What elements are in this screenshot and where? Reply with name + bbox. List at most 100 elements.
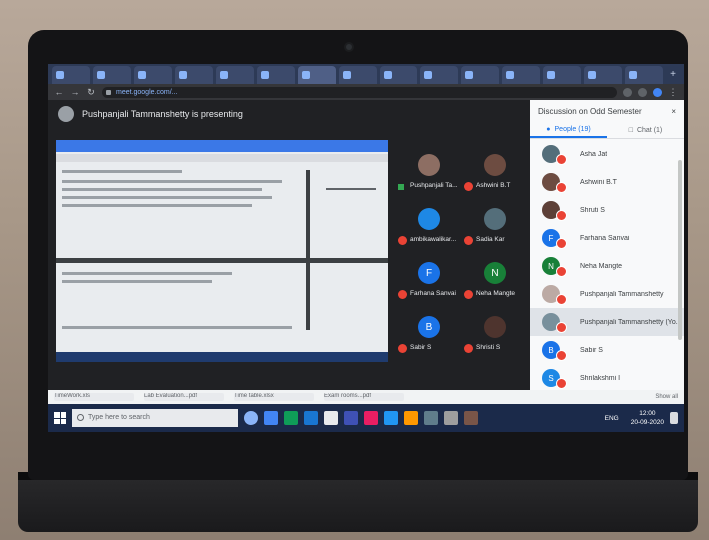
participant-avatar (484, 208, 506, 230)
shared-sheet-row (62, 326, 292, 329)
mic-off-icon (464, 236, 473, 245)
notification-icon[interactable] (670, 412, 678, 424)
participant-avatar (418, 208, 440, 230)
tab-favicon-icon (56, 71, 64, 79)
browser-tab[interactable] (52, 66, 90, 84)
profile-avatar-icon[interactable] (653, 87, 662, 97)
app-icon[interactable] (324, 411, 338, 425)
show-all-button[interactable]: Show all (655, 394, 678, 400)
participant-avatar: N (484, 262, 506, 284)
people-scrollbar[interactable] (678, 160, 682, 340)
list-item[interactable]: N Neha Mangte (530, 252, 684, 280)
windows-start-icon[interactable] (54, 412, 66, 424)
tab-favicon-icon (96, 71, 105, 79)
new-tab-button[interactable]: + (666, 66, 680, 84)
download-item[interactable]: Time table.xlsx (234, 393, 314, 401)
extension-icon[interactable] (638, 87, 647, 97)
laptop-base (18, 472, 698, 532)
shared-sheet-row (62, 280, 212, 283)
panel-header: Discussion on Odd Semester × (530, 100, 684, 122)
download-item[interactable]: TimeWork.xls (54, 393, 134, 401)
tab-favicon-icon (383, 71, 392, 79)
list-item[interactable]: B Sabir S (530, 336, 684, 364)
browser-tab[interactable] (502, 66, 541, 84)
extension-icon[interactable] (623, 87, 632, 97)
mic-off-icon (464, 290, 473, 299)
shared-sheet-toolbar (56, 154, 388, 162)
tab-favicon-icon (506, 71, 515, 79)
app-icon[interactable] (444, 411, 458, 425)
browser-tab[interactable] (338, 66, 377, 84)
app-icon[interactable] (304, 411, 318, 425)
list-item[interactable]: F Farhana Sanvai (530, 224, 684, 252)
forward-icon[interactable]: → (70, 87, 80, 97)
shared-sheet-row (62, 180, 282, 183)
lock-icon (106, 89, 111, 95)
participant-tile[interactable]: Sadia Kar (464, 202, 524, 250)
tab-chat[interactable]: □ Chat (1) (607, 122, 684, 138)
app-icon[interactable] (284, 411, 298, 425)
list-item[interactable]: Asha Jat (530, 140, 684, 168)
app-icon[interactable] (344, 411, 358, 425)
person-name: Shrilakshmi I (580, 374, 621, 382)
list-item[interactable]: Shruti S (530, 196, 684, 224)
browser-tab[interactable] (256, 66, 295, 84)
close-icon[interactable]: × (671, 107, 676, 116)
participant-tile[interactable]: Pushpanjali Ta... (398, 148, 458, 196)
url-text: meet.google.com/... (116, 88, 178, 96)
mic-off-icon (398, 344, 407, 353)
language-indicator[interactable]: ENG (605, 415, 619, 422)
clock-date: 20-09-2020 (630, 419, 664, 426)
browser-tab[interactable] (92, 66, 131, 84)
participant-tile[interactable]: B Sabir S (398, 310, 458, 358)
participant-avatar (418, 154, 440, 176)
back-icon[interactable]: ← (54, 87, 64, 97)
tab-people[interactable]: ● People (19) (530, 122, 607, 138)
windows-taskbar: Type here to search ENG 12:00 20-09-2020 (48, 404, 684, 432)
browser-tab[interactable] (297, 66, 336, 84)
person-name: Farhana Sanvai (580, 234, 630, 242)
person-name: Pushpanjali Tammanshetty (Yo... (580, 318, 682, 326)
app-icon[interactable] (264, 411, 278, 425)
cortana-icon[interactable] (244, 411, 258, 425)
participant-tile[interactable]: ambikawalikar... (398, 202, 458, 250)
browser-tab[interactable] (461, 66, 500, 84)
reload-icon[interactable]: ↻ (86, 87, 96, 98)
shared-sheet-row (62, 196, 272, 199)
browser-tab[interactable] (379, 66, 418, 84)
url-input[interactable]: meet.google.com/... (102, 86, 617, 98)
downloads-bar: TimeWork.xls Lab Evaluation...pdf Time tab… (48, 390, 684, 404)
browser-tab[interactable] (133, 66, 172, 84)
taskbar-clock[interactable]: 12:00 20-09-2020 (631, 409, 664, 427)
menu-icon[interactable]: ⋮ (668, 87, 678, 98)
participant-tile[interactable]: F Farhana Sanvai (398, 256, 458, 304)
browser-tab[interactable] (625, 66, 664, 84)
list-item[interactable]: Pushpanjali Tammanshetty (Yo... (530, 308, 684, 336)
app-icon[interactable] (424, 411, 438, 425)
shared-sheet-row (62, 188, 262, 191)
browser-tab[interactable] (543, 66, 582, 84)
list-item[interactable]: Ashwini B.T (530, 168, 684, 196)
chat-icon: □ (628, 126, 633, 134)
shared-divider-horizontal (56, 258, 388, 263)
app-icon[interactable] (404, 411, 418, 425)
browser-tab[interactable] (584, 66, 623, 84)
browser-tab[interactable] (420, 66, 459, 84)
participant-tile[interactable]: Shristi S (464, 310, 524, 358)
tab-favicon-icon (547, 71, 556, 79)
browser-tab[interactable] (215, 66, 254, 84)
download-item[interactable]: Lab Evaluation...pdf (144, 393, 224, 401)
app-icon[interactable] (384, 411, 398, 425)
list-item[interactable]: S Shrilakshmi I (530, 364, 684, 392)
app-icon[interactable] (464, 411, 478, 425)
tab-favicon-icon (629, 71, 638, 79)
participant-tile[interactable]: N Neha Mangte (464, 256, 524, 304)
taskbar-search-input[interactable]: Type here to search (72, 409, 238, 427)
tab-favicon-icon (178, 71, 187, 79)
download-item[interactable]: Exam rooms...pdf (324, 393, 404, 401)
browser-tab[interactable] (174, 66, 213, 84)
participant-avatar: F (418, 262, 440, 284)
app-icon[interactable] (364, 411, 378, 425)
list-item[interactable]: Pushpanjali Tammanshetty (530, 280, 684, 308)
participant-tile[interactable]: Ashwini B.T (464, 148, 524, 196)
